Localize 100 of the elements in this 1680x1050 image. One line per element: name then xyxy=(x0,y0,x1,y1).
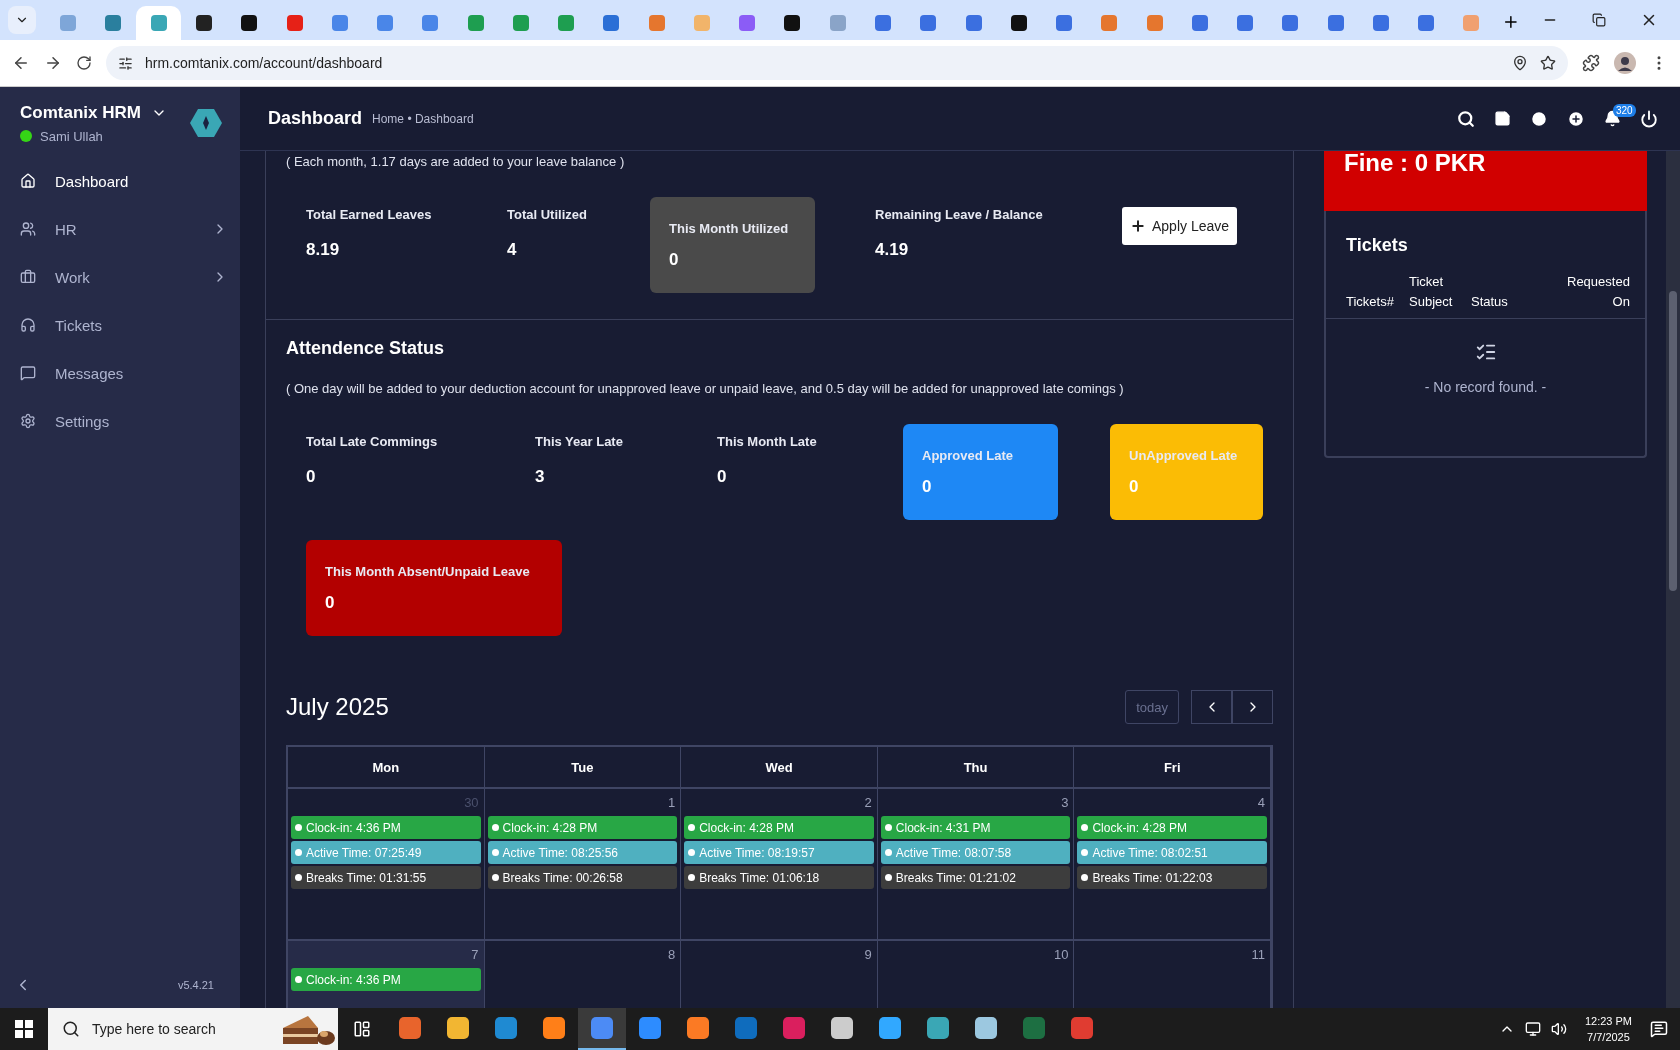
attendance-note: ( One day will be added to your deduction account for unapproved leave or unpaid leave, and 0.5 day will be added for unapproved late comings ) xyxy=(286,381,1125,396)
today-button[interactable]: today xyxy=(1125,690,1179,724)
brand-name: Comtanix HRM xyxy=(20,102,141,123)
taskbar-clock[interactable]: 12:23 PM 7/7/2025 xyxy=(1576,1013,1640,1045)
add-icon[interactable] xyxy=(1567,109,1585,128)
calendar-event[interactable]: Breaks Time: 01:31:55 xyxy=(291,866,481,889)
calendar-day-cell[interactable]: 3 Clock-in: 4:31 PM Active Time: 08:07:58 Breaks Time: 01:21:02 xyxy=(877,789,1075,941)
nav-item[interactable]: Tickets xyxy=(0,301,240,349)
day-number: 9 xyxy=(863,946,873,964)
stat-value: 0 xyxy=(1129,476,1140,497)
dot-icon xyxy=(688,824,696,831)
calendar-day-cell[interactable]: 7 Clock-in: 4:36 PM xyxy=(288,941,485,1008)
event-text: Clock-in: 4:28 PM xyxy=(1092,820,1188,835)
dot-icon xyxy=(491,849,499,856)
card-title: Tickets xyxy=(1345,234,1409,256)
bookmark-star-icon[interactable] xyxy=(1540,55,1556,71)
event-text: Active Time: 08:19:57 xyxy=(699,845,815,860)
day-number: 11 xyxy=(1250,946,1266,964)
day-number: 30 xyxy=(463,794,480,812)
dot-icon xyxy=(1081,849,1089,856)
nav-icon xyxy=(20,317,36,333)
task-view-icon[interactable] xyxy=(353,1020,371,1038)
taskbar-app[interactable] xyxy=(578,1008,626,1050)
back-icon[interactable] xyxy=(12,54,30,72)
stat-value: 8.19 xyxy=(306,240,341,260)
display-icon[interactable] xyxy=(1524,1021,1541,1037)
forward-icon[interactable] xyxy=(44,54,62,72)
calendar-event[interactable]: Breaks Time: 01:22:03 xyxy=(1077,866,1267,889)
empty-message: - No record found. - xyxy=(1424,379,1547,395)
day-column-header: Wed xyxy=(681,747,878,789)
stat-value: 4 xyxy=(507,240,518,260)
notification-count: 320 xyxy=(1613,104,1636,117)
nav-icon xyxy=(20,173,36,189)
calendar-event[interactable]: Breaks Time: 01:06:18 xyxy=(684,866,874,889)
calendar-title: July 2025 xyxy=(286,693,389,721)
new-tab-icon[interactable] xyxy=(1502,13,1520,31)
restore-icon[interactable] xyxy=(1592,13,1606,27)
dot-icon xyxy=(295,976,302,983)
logo-icon xyxy=(190,108,222,138)
dot-icon xyxy=(491,824,499,831)
power-icon[interactable] xyxy=(1640,109,1658,128)
site-info-icon[interactable] xyxy=(118,55,133,71)
column-header: Tickets# xyxy=(1346,293,1395,311)
notifications-icon[interactable] xyxy=(1650,1020,1668,1038)
event-text: Clock-in: 4:28 PM xyxy=(502,820,598,835)
nav-item[interactable]: Messages xyxy=(0,349,240,397)
note-icon[interactable] xyxy=(1494,110,1511,127)
day-column-header: Mon xyxy=(288,747,485,789)
dot-icon xyxy=(1081,874,1089,881)
column-header: Requested On xyxy=(1567,273,1630,311)
stat-value: 4.19 xyxy=(875,240,910,260)
calendar-day-cell[interactable]: 4 Clock-in: 4:28 PM Active Time: 08:02:51 Breaks Time: 01:22:03 xyxy=(1074,789,1271,941)
search-icon xyxy=(62,1020,80,1038)
event-text: Active Time: 08:07:58 xyxy=(895,845,1012,860)
stat-label: This Month Utilized xyxy=(669,220,790,236)
calendar-day-cell[interactable]: 2 Clock-in: 4:28 PM Active Time: 08:19:57 Breaks Time: 01:06:18 xyxy=(681,789,878,941)
event-text: Clock-in: 4:28 PM xyxy=(699,820,794,835)
user-name: Sami Ullah xyxy=(40,128,103,144)
stat-label: Total Late Commings xyxy=(306,434,439,449)
scrollbar[interactable] xyxy=(1666,151,1680,1008)
reload-icon[interactable] xyxy=(76,55,92,71)
calendar-day-cell[interactable]: 1 Clock-in: 4:28 PM Active Time: 08:25:56 Breaks Time: 00:26:58 xyxy=(484,789,682,941)
nav-item[interactable]: HR xyxy=(0,205,240,253)
stat-label: This Year Late xyxy=(535,434,624,449)
event-text: Breaks Time: 01:22:03 xyxy=(1092,870,1213,885)
stat-value: 0 xyxy=(325,592,336,613)
day-number: 4 xyxy=(1256,794,1266,812)
dot-icon xyxy=(1081,824,1089,831)
apply-leave-button[interactable]: Apply Leave xyxy=(1122,207,1237,245)
search-icon[interactable] xyxy=(1457,109,1475,128)
location-icon[interactable] xyxy=(1512,55,1528,71)
stat-value: 0 xyxy=(669,249,680,270)
nav-icon xyxy=(20,221,36,237)
day-number: 3 xyxy=(1060,794,1070,812)
day-column-header: Thu xyxy=(877,747,1075,789)
dot-icon xyxy=(491,874,499,881)
nav-item[interactable]: Work xyxy=(0,253,240,301)
nav-item[interactable]: Settings xyxy=(0,397,240,445)
event-text: Active Time: 08:02:51 xyxy=(1092,845,1208,860)
taskbar-search-field[interactable]: Type here to search xyxy=(48,1008,338,1050)
stat-label: Total Utilized xyxy=(507,207,588,222)
nav-item[interactable]: Dashboard xyxy=(0,157,240,205)
windows-logo-icon xyxy=(15,1020,33,1038)
nav-icon xyxy=(20,413,36,429)
calendar-event[interactable]: Breaks Time: 00:26:58 xyxy=(487,866,678,889)
stat-label: Approved Late xyxy=(922,447,1014,463)
profile-avatar-icon[interactable] xyxy=(1614,52,1636,74)
event-text: Breaks Time: 01:21:02 xyxy=(895,870,1016,885)
page-title: Dashboard xyxy=(268,108,363,129)
day-number: 2 xyxy=(863,794,873,812)
dot-icon xyxy=(295,874,302,881)
volume-icon[interactable] xyxy=(1550,1021,1567,1037)
stat-label: UnApproved Late xyxy=(1129,447,1239,463)
extensions-icon[interactable] xyxy=(1582,54,1600,72)
nav-icon xyxy=(20,269,36,285)
day-number: 1 xyxy=(666,794,677,812)
calendar-event[interactable]: Breaks Time: 01:21:02 xyxy=(880,866,1071,889)
leave-note: ( Each month, 1.17 days are added to your leave balance ) xyxy=(286,154,626,169)
calendar-day-cell[interactable]: 30 Clock-in: 4:36 PM Active Time: 07:25:49 Breaks Time: 01:31:55 xyxy=(288,789,485,941)
address-bar[interactable]: hrm.comtanix.com/account/dashboard xyxy=(106,46,1568,80)
